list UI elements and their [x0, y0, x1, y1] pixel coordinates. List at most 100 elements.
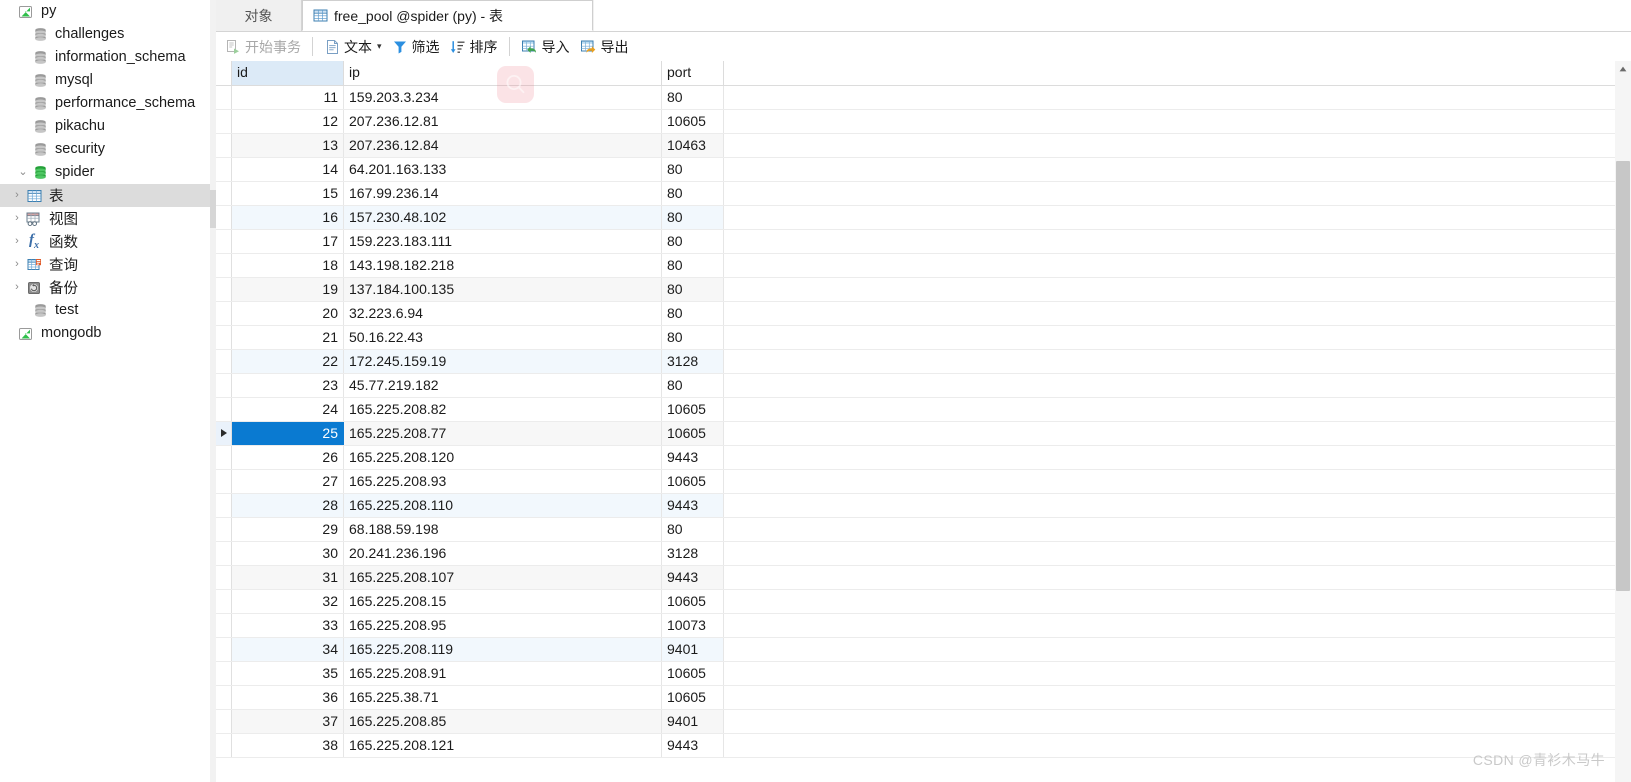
row-marker[interactable]	[216, 302, 232, 325]
cell-port[interactable]: 10605	[662, 662, 724, 685]
table-row[interactable]: 33 165.225.208.95 10073	[216, 614, 1631, 638]
table-row[interactable]: 17 159.223.183.111 80	[216, 230, 1631, 254]
row-marker[interactable]	[216, 470, 232, 493]
table-row[interactable]: 35 165.225.208.91 10605	[216, 662, 1631, 686]
table-row[interactable]: 18 143.198.182.218 80	[216, 254, 1631, 278]
row-marker[interactable]	[216, 230, 232, 253]
cell-port[interactable]: 9443	[662, 566, 724, 589]
cell-ip[interactable]: 159.223.183.111	[344, 230, 662, 253]
scroll-up-arrow-icon[interactable]	[1615, 61, 1631, 77]
cell-id[interactable]: 38	[232, 734, 344, 757]
row-marker[interactable]	[216, 566, 232, 589]
cell-ip[interactable]: 165.225.38.71	[344, 686, 662, 709]
cell-id[interactable]: 20	[232, 302, 344, 325]
cell-id[interactable]: 14	[232, 158, 344, 181]
database-tree[interactable]: py challenges information_schema mysql perfo…	[0, 0, 210, 345]
cell-port[interactable]: 3128	[662, 542, 724, 565]
table-row[interactable]: 36 165.225.38.71 10605	[216, 686, 1631, 710]
table-row[interactable]: 34 165.225.208.119 9401	[216, 638, 1631, 662]
sidebar-item-db-open[interactable]: ⌄ spider	[0, 161, 210, 184]
cell-port[interactable]: 80	[662, 518, 724, 541]
cell-ip[interactable]: 157.230.48.102	[344, 206, 662, 229]
cell-ip[interactable]: 165.225.208.82	[344, 398, 662, 421]
table-row[interactable]: 32 165.225.208.15 10605	[216, 590, 1631, 614]
table-row[interactable]: 19 137.184.100.135 80	[216, 278, 1631, 302]
cell-port[interactable]: 80	[662, 182, 724, 205]
cell-ip[interactable]: 165.225.208.85	[344, 710, 662, 733]
chevron-down-icon[interactable]: ⌄	[16, 167, 30, 178]
row-marker[interactable]	[216, 638, 232, 661]
cell-ip[interactable]: 165.225.208.91	[344, 662, 662, 685]
row-marker[interactable]	[216, 686, 232, 709]
data-grid[interactable]: id ip port 11 159.203.3.234 80 12 207.236.12.8…	[216, 61, 1631, 782]
row-marker[interactable]	[216, 494, 232, 517]
column-header-id[interactable]: id	[232, 61, 344, 85]
row-marker[interactable]	[216, 350, 232, 373]
chevron-right-icon[interactable]: ›	[10, 282, 24, 293]
cell-port[interactable]: 80	[662, 254, 724, 277]
row-marker[interactable]	[216, 326, 232, 349]
cell-port[interactable]: 9443	[662, 446, 724, 469]
sidebar-item-functions[interactable]: › fx 函数	[0, 230, 210, 253]
cell-port[interactable]: 10605	[662, 686, 724, 709]
vertical-scrollbar[interactable]	[1615, 61, 1631, 782]
sidebar-item-db[interactable]: mysql	[0, 69, 210, 92]
cell-ip[interactable]: 159.203.3.234	[344, 86, 662, 109]
cell-ip[interactable]: 172.245.159.19	[344, 350, 662, 373]
cell-id[interactable]: 11	[232, 86, 344, 109]
chevron-right-icon[interactable]: ›	[10, 213, 24, 224]
cell-id[interactable]: 13	[232, 134, 344, 157]
row-marker[interactable]	[216, 134, 232, 157]
cell-port[interactable]: 10605	[662, 590, 724, 613]
cell-ip[interactable]: 165.225.208.93	[344, 470, 662, 493]
sort-button[interactable]: 排序	[445, 34, 503, 59]
row-marker[interactable]	[216, 206, 232, 229]
sidebar-item-connection[interactable]: mongodb	[0, 322, 210, 345]
sidebar-item-views[interactable]: › 视图	[0, 207, 210, 230]
row-marker[interactable]	[216, 86, 232, 109]
import-button[interactable]: 导入	[516, 34, 575, 59]
sidebar-item-queries[interactable]: › 查询	[0, 253, 210, 276]
cell-id[interactable]: 23	[232, 374, 344, 397]
text-view-button[interactable]: 文本 ▾	[319, 34, 387, 59]
sidebar-item-db[interactable]: performance_schema	[0, 92, 210, 115]
row-marker[interactable]	[216, 398, 232, 421]
cell-ip[interactable]: 20.241.236.196	[344, 542, 662, 565]
cell-port[interactable]: 10073	[662, 614, 724, 637]
table-row[interactable]: 30 20.241.236.196 3128	[216, 542, 1631, 566]
sidebar-item-tables[interactable]: › 表	[0, 184, 210, 207]
cell-ip[interactable]: 207.236.12.81	[344, 110, 662, 133]
row-marker[interactable]	[216, 374, 232, 397]
scrollbar-thumb[interactable]	[1616, 161, 1630, 591]
cell-ip[interactable]: 32.223.6.94	[344, 302, 662, 325]
table-row[interactable]: 38 165.225.208.121 9443	[216, 734, 1631, 758]
cell-port[interactable]: 9401	[662, 638, 724, 661]
cell-port[interactable]: 80	[662, 302, 724, 325]
table-row[interactable]: 22 172.245.159.19 3128	[216, 350, 1631, 374]
cell-port[interactable]: 3128	[662, 350, 724, 373]
cell-port[interactable]: 10605	[662, 110, 724, 133]
table-row[interactable]: 23 45.77.219.182 80	[216, 374, 1631, 398]
cell-ip[interactable]: 45.77.219.182	[344, 374, 662, 397]
cell-id[interactable]: 36	[232, 686, 344, 709]
cell-id[interactable]: 33	[232, 614, 344, 637]
export-button[interactable]: 导出	[575, 34, 634, 59]
cell-id[interactable]: 32	[232, 590, 344, 613]
cell-id[interactable]: 35	[232, 662, 344, 685]
cell-ip[interactable]: 137.184.100.135	[344, 278, 662, 301]
cell-ip[interactable]: 165.225.208.110	[344, 494, 662, 517]
cell-port[interactable]: 80	[662, 230, 724, 253]
row-marker[interactable]	[216, 734, 232, 757]
grid-header-row[interactable]: id ip port	[216, 61, 1631, 86]
row-marker[interactable]	[216, 518, 232, 541]
table-row[interactable]: 16 157.230.48.102 80	[216, 206, 1631, 230]
cell-ip[interactable]: 165.225.208.119	[344, 638, 662, 661]
cell-port[interactable]: 9443	[662, 494, 724, 517]
cell-id[interactable]: 34	[232, 638, 344, 661]
row-marker[interactable]	[216, 158, 232, 181]
begin-transaction-button[interactable]: 开始事务	[220, 34, 306, 59]
cell-id[interactable]: 18	[232, 254, 344, 277]
row-marker[interactable]	[216, 278, 232, 301]
sidebar-item-db[interactable]: security	[0, 138, 210, 161]
row-marker[interactable]	[216, 110, 232, 133]
